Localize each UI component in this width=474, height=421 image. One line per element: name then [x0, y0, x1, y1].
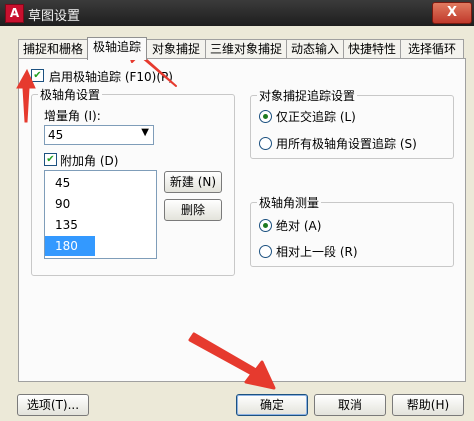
tab-dynamic-input[interactable]: 动态输入: [286, 39, 344, 59]
tab-quick-properties[interactable]: 快捷特性: [343, 39, 401, 59]
new-angle-button[interactable]: 新建 (N): [164, 171, 222, 193]
tab-polar-tracking[interactable]: 极轴追踪: [87, 37, 147, 60]
ok-button[interactable]: 确定: [236, 394, 308, 416]
all-polar-angles-radio[interactable]: [259, 137, 272, 150]
autocad-logo-icon: A: [5, 4, 24, 23]
cancel-button[interactable]: 取消: [314, 394, 386, 416]
list-item[interactable]: 45: [45, 173, 95, 193]
dropdown-arrow-icon[interactable]: ▼: [141, 127, 149, 138]
options-button[interactable]: 选项(T)...: [17, 394, 89, 416]
increment-angle-value: 45: [48, 128, 64, 142]
polar-angle-group-label: 极轴角设置: [38, 86, 103, 103]
tab-3d-object-snap[interactable]: 三维对象捕捉: [205, 39, 287, 59]
orthogonal-only-radio[interactable]: [259, 110, 272, 123]
tab-snap-grid[interactable]: 捕捉和栅格: [18, 39, 88, 59]
object-snap-tracking-group-label: 对象捕捉追踪设置: [257, 87, 358, 104]
enable-polar-label: 启用极轴追踪 (F10)(P): [49, 70, 173, 84]
absolute-radio[interactable]: [259, 219, 272, 232]
relative-last-segment-radio[interactable]: [259, 245, 272, 258]
close-button[interactable]: X: [432, 2, 472, 24]
title-bar: A 草图设置 X: [0, 0, 474, 26]
help-button[interactable]: 帮助(H): [392, 394, 464, 416]
window-title: 草图设置: [28, 9, 81, 24]
list-item-selected[interactable]: 180: [45, 236, 95, 256]
absolute-label: 绝对 (A): [276, 219, 322, 233]
orthogonal-only-label: 仅正交追踪 (L): [276, 110, 356, 124]
relative-last-segment-label: 相对上一段 (R): [276, 245, 358, 259]
additional-angles-list[interactable]: 45 90 135 180: [44, 170, 157, 259]
list-item[interactable]: 90: [45, 194, 95, 214]
increment-angle-label: 增量角 (I):: [44, 109, 101, 123]
tab-object-snap[interactable]: 对象捕捉: [146, 39, 206, 59]
additional-angles-label: 附加角 (D): [60, 154, 119, 168]
enable-polar-checkbox[interactable]: ✔: [31, 69, 44, 82]
additional-angles-checkbox[interactable]: ✔: [44, 153, 57, 166]
tab-selection-cycling[interactable]: 选择循环: [400, 39, 464, 59]
increment-angle-dropdown[interactable]: 45 ▼: [44, 125, 154, 145]
delete-angle-button[interactable]: 删除: [164, 199, 222, 221]
all-polar-angles-label: 用所有极轴角设置追踪 (S): [276, 137, 417, 151]
list-item[interactable]: 135: [45, 215, 95, 235]
angle-measurement-group-label: 极轴角测量: [257, 194, 322, 211]
